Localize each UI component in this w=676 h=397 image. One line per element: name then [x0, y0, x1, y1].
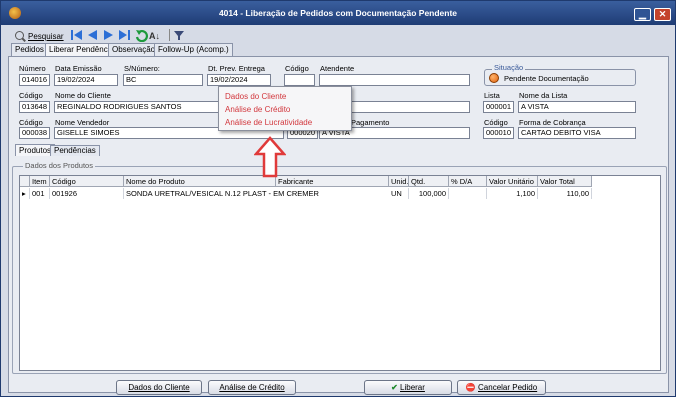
codigo-atendente-field[interactable] [284, 74, 315, 86]
search-label: Pesquisar [28, 32, 64, 41]
col-unid[interactable]: Unid. [389, 176, 409, 187]
data-emissao-field[interactable]: 19/02/2024 [54, 74, 118, 86]
minimize-button[interactable]: ▁ [634, 8, 651, 21]
analise-credito-button[interactable]: Análise de Crédito [208, 380, 296, 395]
search-icon [15, 31, 24, 40]
products-grid[interactable]: Item Código Nome do Produto Fabricante U… [19, 175, 661, 371]
cell-unid: UN [389, 188, 409, 199]
nome-lista-label: Nome da Lista [519, 91, 568, 100]
nome-lista-field[interactable]: A VISTA [518, 101, 636, 113]
sort-icon[interactable]: A↓ [149, 31, 160, 41]
nome-cliente-label: Nome do Cliente [55, 91, 111, 100]
codigo-cobranca-field[interactable]: 000010 [483, 127, 514, 139]
analise-credito-button-label: Análise de Crédito [219, 383, 285, 392]
close-button[interactable]: ✕ [654, 8, 671, 21]
main-window: 4014 - Liberação de Pedidos com Document… [0, 0, 676, 397]
search-button[interactable]: Pesquisar [15, 30, 64, 43]
codigo-cliente-label: Código [19, 91, 43, 100]
cell-codigo: 001926 [50, 188, 124, 199]
forma-cobranca-label: Forma de Cobrança [519, 118, 586, 127]
cell-valor-total: 110,00 [538, 188, 592, 199]
col-codigo[interactable]: Código [50, 176, 124, 187]
grid-header: Item Código Nome do Produto Fabricante U… [20, 176, 592, 187]
status-dot-icon [489, 73, 499, 83]
liberar-button-label: Liberar [400, 383, 425, 392]
cell-nome-produto: SONDA URETRAL/VESICAL N.12 PLAST - EM CR… [126, 189, 319, 198]
menu-item-dados-cliente[interactable]: Dados do Cliente [225, 92, 286, 101]
cancelar-pedido-button[interactable]: ⛔ Cancelar Pedido [457, 380, 546, 395]
prev-record-icon[interactable] [88, 30, 97, 40]
window-title: 4014 - Liberação de Pedidos com Document… [218, 8, 458, 18]
atendente-label: Atendente [320, 64, 355, 73]
atendente-field[interactable] [319, 74, 470, 86]
tab-pedidos[interactable]: Pedidos [11, 43, 48, 56]
toolbar-icons: A↓ [71, 29, 184, 42]
col-valor-unitario[interactable]: Valor Unitário [487, 176, 538, 187]
cancel-icon: ⛔ [465, 383, 476, 392]
last-record-icon[interactable] [119, 30, 130, 40]
codigo-vendedor-field[interactable]: 000038 [19, 127, 50, 139]
products-group-label: Dados dos Produtos [23, 161, 95, 170]
numero-label: Número [19, 64, 46, 73]
dt-prev-entrega-field[interactable]: 19/02/2024 [207, 74, 271, 86]
s-numero-label: S/Número: [124, 64, 160, 73]
dados-cliente-button[interactable]: Dados do Cliente [116, 380, 202, 395]
tab-follow-up[interactable]: Follow-Up (Acomp.) [154, 43, 233, 56]
cell-item: 001 [30, 188, 50, 199]
codigo-vendedor-label: Código [19, 118, 43, 127]
dt-prev-entrega-label: Dt. Prev. Entrega [208, 64, 265, 73]
tab-liberar-pendencia[interactable]: Liberar Pendência [45, 43, 118, 57]
filter-icon[interactable] [169, 29, 184, 41]
pagamento-label: Pagamento [351, 118, 390, 127]
title-bar: 4014 - Liberação de Pedidos com Document… [1, 1, 675, 25]
subtab-pendencias[interactable]: Pendências [50, 145, 100, 156]
codigo-atendente-label: Código [285, 64, 309, 73]
row-marker-icon: ▸ [20, 188, 30, 199]
col-valor-total[interactable]: Valor Total [538, 176, 592, 187]
refresh-icon[interactable] [135, 29, 148, 42]
s-numero-field[interactable]: BC [123, 74, 203, 86]
next-record-icon[interactable] [104, 30, 113, 40]
cell-da [449, 188, 487, 199]
data-emissao-label: Data Emissão [55, 64, 102, 73]
situacao-label: Situação [492, 63, 526, 72]
codigo-cliente-field[interactable]: 013648 [19, 101, 50, 113]
grid-header-marker [20, 176, 30, 187]
cell-qtd: 100,000 [409, 188, 449, 199]
tab-observacao[interactable]: Observação [108, 43, 160, 56]
lista-label: Lista [484, 91, 500, 100]
cell-valor-unitario: 1,100 [487, 188, 538, 199]
col-da[interactable]: % D/A [449, 176, 487, 187]
menu-item-analise-credito[interactable]: Análise de Crédito [225, 105, 290, 114]
first-record-icon[interactable] [71, 30, 82, 40]
up-arrow-icon [254, 136, 286, 178]
col-fabricante[interactable]: Fabricante [276, 176, 389, 187]
check-icon: ✔ [391, 383, 398, 392]
cancelar-button-label: Cancelar Pedido [478, 383, 538, 392]
lista-field[interactable]: 000001 [483, 101, 514, 113]
forma-cobranca-field[interactable]: CARTAO DEBITO VISA [518, 127, 636, 139]
dados-cliente-button-label: Dados do Cliente [128, 383, 190, 392]
situacao-value: Pendente Documentação [504, 74, 589, 83]
context-menu: Dados do Cliente Análise de Crédito Anál… [218, 86, 352, 131]
col-item[interactable]: Item [30, 176, 50, 187]
svg-text:A↓: A↓ [149, 31, 160, 41]
numero-field[interactable]: 014016 [19, 74, 50, 86]
codigo-cobranca-label: Código [484, 118, 508, 127]
nome-vendedor-label: Nome Vendedor [55, 118, 110, 127]
col-qtd[interactable]: Qtd. [409, 176, 449, 187]
menu-item-analise-lucratividade[interactable]: Análise de Lucratividade [225, 118, 312, 127]
liberar-button[interactable]: ✔ Liberar [364, 380, 452, 395]
